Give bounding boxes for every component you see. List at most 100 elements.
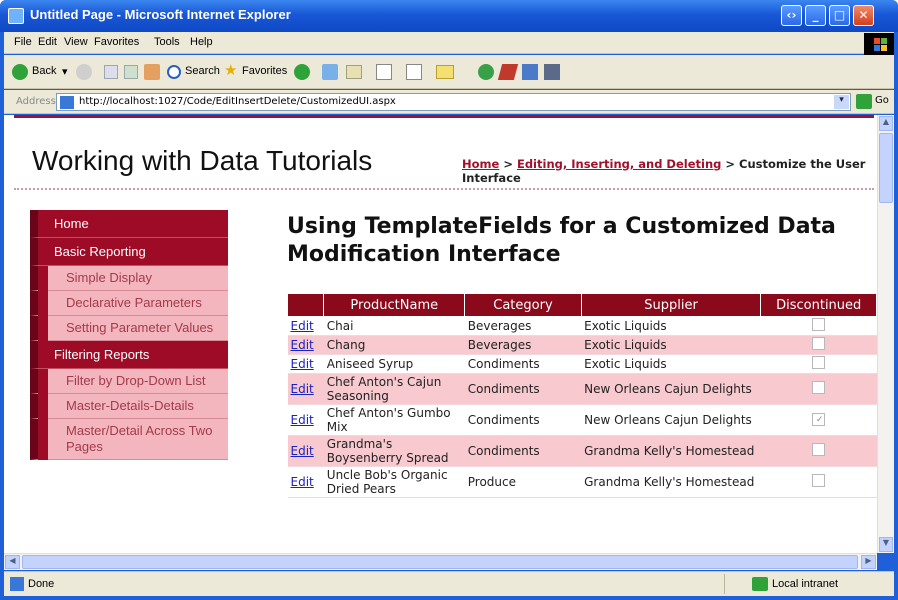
favorites-star-icon[interactable]: ★ — [224, 61, 237, 79]
address-input[interactable]: http://localhost:1027/Code/EditInsertDel… — [56, 93, 851, 111]
menu-view[interactable]: View — [64, 36, 88, 48]
sidebar-item-filter-by-drop-down-list[interactable]: Filter by Drop-Down List — [30, 369, 228, 394]
discontinued-cell — [760, 466, 877, 498]
menu-edit[interactable]: Edit — [38, 36, 57, 48]
category-cell: Produce — [464, 466, 582, 498]
sidebar-group-basic-reporting[interactable]: Basic Reporting — [30, 238, 228, 266]
back-dropdown-icon[interactable]: ▾ — [62, 65, 68, 78]
scroll-down-icon[interactable]: ▼ — [879, 537, 893, 552]
folder-icon[interactable] — [436, 65, 454, 79]
messenger-icon[interactable] — [478, 64, 494, 80]
page-icon — [60, 96, 74, 109]
close-button[interactable]: ✕ — [853, 5, 874, 26]
category-cell: Condiments — [464, 373, 582, 405]
home-icon[interactable] — [144, 64, 160, 80]
search-button[interactable]: Search — [185, 65, 220, 77]
title-bar: Untitled Page - Microsoft Internet Explo… — [0, 0, 898, 32]
sidebar-group-filtering-reports[interactable]: Filtering Reports — [30, 341, 228, 369]
edit-link[interactable]: Edit — [287, 373, 324, 405]
scroll-up-icon[interactable]: ▲ — [879, 116, 893, 131]
discontinued-checkbox — [812, 356, 826, 369]
supplier-cell: Grandma Kelly's Homestead — [581, 435, 761, 467]
menu-help[interactable]: Help — [190, 36, 213, 48]
breadcrumb: Home > Editing, Inserting, and Deleting … — [462, 157, 867, 185]
maximize-button[interactable]: □ — [829, 5, 850, 26]
category-cell: Condiments — [464, 404, 582, 436]
vertical-scrollbar[interactable]: ▲ ▼ — [877, 115, 894, 553]
edit-link[interactable]: Edit — [287, 316, 324, 336]
status-text: Done — [28, 578, 55, 590]
product-name-cell: Chang — [323, 335, 465, 355]
media-icon[interactable] — [294, 64, 310, 80]
page-heading: Using TemplateFields for a Customized Da… — [287, 214, 836, 267]
product-name-cell: Chef Anton's Gumbo Mix — [323, 404, 465, 436]
breadcrumb-separator: > — [721, 157, 740, 171]
minimize-button[interactable]: _ — [805, 5, 826, 26]
sidebar-item-master-detail-across-two-pages[interactable]: Master/Detail Across Two Pages — [30, 419, 228, 460]
menu-favorites[interactable]: Favorites — [94, 36, 139, 48]
menu-tools[interactable]: Tools — [154, 36, 180, 48]
category-cell: Beverages — [464, 335, 582, 355]
favorites-button[interactable]: Favorites — [242, 65, 287, 77]
edit-link[interactable]: Edit — [287, 466, 324, 498]
back-arrow-icon[interactable] — [12, 64, 28, 80]
table-row: Edit Chef Anton's Gumbo Mix Condiments New … — [287, 404, 877, 436]
product-name-cell: Uncle Bob's Organic Dried Pears — [323, 466, 465, 498]
address-dropdown-icon[interactable]: ▾ — [834, 95, 849, 109]
ie-app-icon — [8, 8, 24, 24]
sidebar-item-setting-parameter-values[interactable]: Setting Parameter Values — [30, 316, 228, 341]
breadcrumb-separator: > — [499, 157, 517, 171]
discontinued-cell — [760, 373, 877, 405]
edit-link[interactable]: Edit — [287, 404, 324, 436]
vertical-scroll-thumb[interactable] — [879, 133, 893, 203]
address-url: http://localhost:1027/Code/EditInsertDel… — [79, 96, 396, 107]
breadcrumb-home-link[interactable]: Home — [462, 157, 499, 171]
edit-link[interactable]: Edit — [287, 354, 324, 374]
discontinued-cell — [760, 404, 877, 436]
product-name-cell: Chai — [323, 316, 465, 336]
sidebar-item-master-details-details[interactable]: Master-Details-Details — [30, 394, 228, 419]
address-bar: Address http://localhost:1027/Code/EditI… — [4, 90, 894, 114]
print-icon[interactable] — [376, 64, 392, 80]
category-cell: Condiments — [464, 435, 582, 467]
edit-page-icon[interactable] — [406, 64, 422, 80]
translate-icon[interactable] — [522, 64, 538, 80]
toolbar: Back ▾ Search ★ Favorites — [4, 55, 894, 89]
horizontal-scroll-thumb[interactable] — [22, 555, 858, 569]
discontinued-checkbox — [812, 381, 826, 394]
tools-extra-icon[interactable] — [544, 64, 560, 80]
go-button[interactable]: Go — [856, 93, 892, 111]
status-bar: Done Local intranet — [4, 571, 894, 596]
horizontal-scrollbar[interactable]: ◀ ▶ — [4, 553, 877, 570]
grid-header-supplier: Supplier — [580, 293, 762, 317]
sidebar-item-simple-display[interactable]: Simple Display — [30, 266, 228, 291]
breadcrumb-section-link[interactable]: Editing, Inserting, and Deleting — [517, 157, 721, 171]
discontinued-checkbox — [812, 318, 826, 331]
scroll-right-icon[interactable]: ▶ — [861, 555, 876, 569]
sidebar-group-home[interactable]: Home — [30, 210, 228, 238]
stop-icon[interactable] — [104, 65, 118, 79]
menu-file[interactable]: File — [14, 36, 32, 48]
sidebar-item-declarative-parameters[interactable]: Declarative Parameters — [30, 291, 228, 316]
help-icon[interactable]: ‹› — [781, 5, 802, 26]
refresh-icon[interactable] — [124, 65, 138, 79]
discontinued-cell — [760, 335, 877, 355]
edit-link[interactable]: Edit — [287, 335, 324, 355]
grid-header-row: ProductName Category Supplier Discontinued — [286, 293, 877, 317]
discontinued-checkbox — [812, 474, 826, 487]
sidebar-nav: Home Basic Reporting Simple Display Declara… — [30, 210, 228, 460]
scroll-left-icon[interactable]: ◀ — [5, 555, 20, 569]
site-title: Working with Data Tutorials — [32, 145, 373, 176]
table-row: Edit Chang Beverages Exotic Liquids — [287, 335, 877, 355]
research-icon[interactable] — [497, 64, 519, 80]
search-icon[interactable] — [167, 65, 181, 79]
mail-icon[interactable] — [346, 65, 362, 79]
history-icon[interactable] — [322, 64, 338, 80]
supplier-cell: Exotic Liquids — [581, 335, 761, 355]
back-button[interactable]: Back — [32, 65, 56, 77]
discontinued-cell — [760, 316, 877, 336]
edit-link[interactable]: Edit — [287, 435, 324, 467]
supplier-cell: New Orleans Cajun Delights — [581, 404, 761, 436]
product-name-cell: Chef Anton's Cajun Seasoning — [323, 373, 465, 405]
forward-arrow-icon[interactable] — [76, 64, 92, 80]
